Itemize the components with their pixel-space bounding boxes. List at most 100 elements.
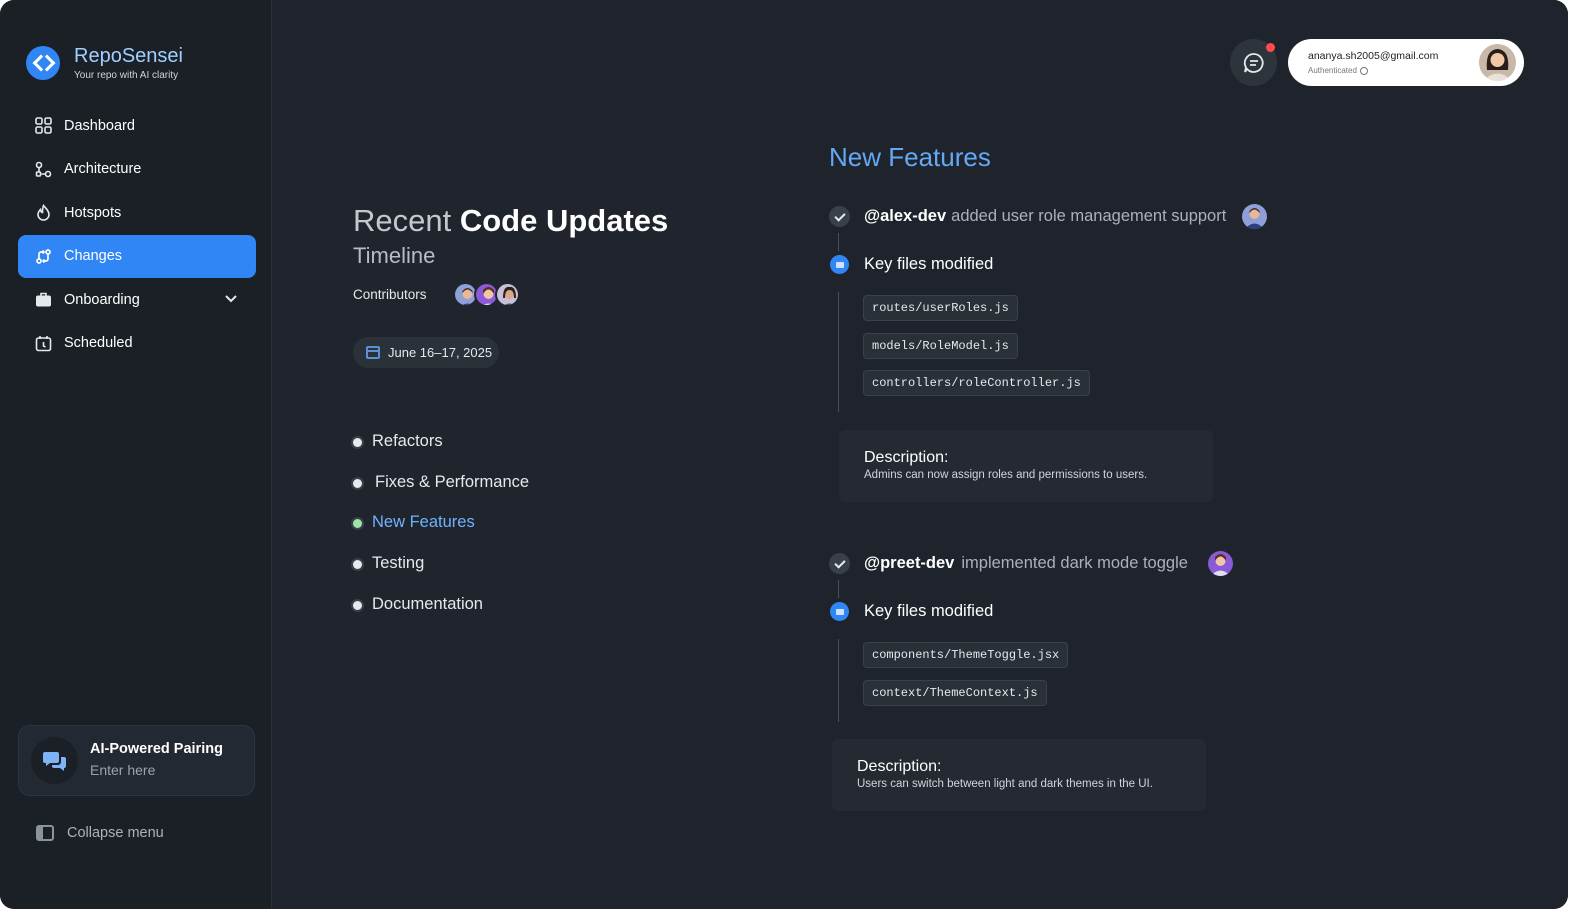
grid-icon xyxy=(34,117,52,135)
details-panel: ananya.sh2005@gmail.com Authenticated Ne… xyxy=(771,0,1568,909)
category-label: Fixes & Performance xyxy=(375,472,530,491)
sidebar-item-label: Changes xyxy=(64,248,123,265)
folder-icon xyxy=(830,602,849,621)
avatar[interactable] xyxy=(1207,551,1233,576)
check-icon xyxy=(829,206,850,227)
description-text: Admins can now assign roles and permissi… xyxy=(864,469,1148,481)
sidebar-item-hotspots[interactable]: Hotspots xyxy=(18,191,256,235)
category-label: New Features xyxy=(372,513,475,532)
file-chip[interactable]: models/RoleModel.js xyxy=(863,332,1018,359)
brand-tagline: Your repo with AI clarity xyxy=(74,70,179,81)
user-profile[interactable]: ananya.sh2005@gmail.com Authenticated xyxy=(1288,39,1524,86)
timeline-connector xyxy=(838,639,839,722)
avatar[interactable] xyxy=(1479,44,1516,81)
category-label: Testing xyxy=(372,554,425,573)
category-fixes-performance[interactable]: Fixes & Performance xyxy=(353,473,529,514)
category-new-features[interactable]: New Features xyxy=(353,513,529,554)
category-label: Refactors xyxy=(372,432,443,450)
file-chip[interactable]: context/ThemeContext.js xyxy=(863,679,1047,706)
github-icon xyxy=(1359,66,1368,75)
calendar-clock-icon xyxy=(34,334,52,352)
file-chip[interactable]: controllers/roleController.js xyxy=(863,370,1090,396)
sidebar-item-label: Onboarding xyxy=(64,291,140,308)
calendar-icon xyxy=(366,346,380,359)
chevron-down-icon[interactable] xyxy=(224,291,238,309)
category-testing[interactable]: Testing xyxy=(353,554,529,595)
ai-pairing-card[interactable]: AI-Powered Pairing xyxy=(18,725,255,796)
briefcase-icon xyxy=(34,291,52,309)
section-title: New Features xyxy=(829,142,991,172)
message-icon xyxy=(1243,52,1264,73)
file-list: routes/userRoles.js models/RoleModel.js … xyxy=(863,295,1090,408)
pairing-title: AI-Powered Pairing xyxy=(90,741,223,757)
avatar[interactable] xyxy=(1242,204,1268,229)
sidebar-item-label: Dashboard xyxy=(64,117,135,134)
description-text: Users can switch between light and dark … xyxy=(857,778,1153,790)
collapse-menu-button[interactable]: Collapse menu xyxy=(36,825,164,841)
title-bold: Code Updates xyxy=(459,203,669,238)
bullet-dot xyxy=(353,519,362,529)
avatar[interactable] xyxy=(495,282,520,307)
sidebar-item-onboarding[interactable]: Onboarding xyxy=(18,278,256,322)
files-label: Key files modified xyxy=(864,602,994,620)
bullet-dot xyxy=(353,600,362,610)
description-card: Description: Users can switch between li… xyxy=(832,739,1206,811)
description-card: Description: Admins can now assign roles… xyxy=(839,430,1213,502)
sidebar-toggle-icon xyxy=(36,825,54,841)
category-refactors[interactable]: Refactors xyxy=(353,432,529,473)
notification-dot xyxy=(1266,43,1275,52)
nodes-icon xyxy=(34,160,52,178)
author-handle[interactable]: @alex-dev xyxy=(864,207,946,226)
timeline-connector xyxy=(838,233,839,251)
commit-summary: added user role management support xyxy=(951,207,1227,225)
sidebar-item-changes[interactable]: Changes xyxy=(18,234,256,278)
page-title: Recent Code Updates xyxy=(353,203,668,239)
check-icon xyxy=(829,553,850,574)
sidebar-item-label: Hotspots xyxy=(64,204,122,221)
description-title: Description: xyxy=(864,449,949,466)
page-subtitle: Timeline xyxy=(353,243,436,268)
date-range-badge[interactable]: June 16–17, 2025 xyxy=(353,337,499,368)
chat-bubbles-icon xyxy=(31,737,78,784)
commit-entry-header: @alex-dev added user role management sup… xyxy=(829,204,1268,229)
timeline-connector xyxy=(838,580,839,598)
brand-name: RepoSensei xyxy=(74,45,183,67)
collapse-label: Collapse menu xyxy=(67,825,164,841)
bullet-dot xyxy=(353,438,362,447)
description-title: Description: xyxy=(857,758,942,775)
sidebar-item-architecture[interactable]: Architecture xyxy=(18,148,256,192)
sidebar-item-label: Architecture xyxy=(64,161,142,178)
author-handle[interactable]: @preet-dev xyxy=(864,554,954,573)
file-list: components/ThemeToggle.jsx context/Theme… xyxy=(863,642,1069,717)
git-compare-icon xyxy=(34,247,52,265)
flame-icon xyxy=(34,204,52,222)
title-light: Recent xyxy=(353,203,452,238)
file-chip[interactable]: components/ThemeToggle.jsx xyxy=(863,642,1069,668)
timeline-panel: Recent Code Updates Timeline Contributor… xyxy=(273,0,771,909)
commit-summary: implemented dark mode toggle xyxy=(961,554,1188,572)
timeline-connector xyxy=(838,292,839,412)
code-logo-icon xyxy=(26,46,60,80)
files-label: Key files modified xyxy=(864,255,994,273)
sidebar-item-dashboard[interactable]: Dashboard xyxy=(18,104,256,148)
commit-entry-header: @preet-dev implemented dark mode toggle xyxy=(829,551,1233,576)
app-window: RepoSensei Your repo with AI clarity Das… xyxy=(0,0,1568,909)
key-files-header: Key files modified xyxy=(830,255,993,274)
sidebar-item-scheduled[interactable]: Scheduled xyxy=(18,322,256,366)
brand[interactable]: RepoSensei Your repo with AI clarity xyxy=(26,45,183,81)
contributor-avatars xyxy=(453,282,520,307)
bullet-dot xyxy=(353,478,362,488)
date-range: June 16–17, 2025 xyxy=(388,345,493,360)
sidebar: RepoSensei Your repo with AI clarity Das… xyxy=(0,0,272,909)
folder-icon xyxy=(830,255,849,274)
contributors-label: Contributors xyxy=(353,287,427,302)
category-label: Documentation xyxy=(372,594,483,613)
sidebar-item-label: Scheduled xyxy=(64,335,133,352)
category-documentation[interactable]: Documentation xyxy=(353,595,529,636)
file-chip[interactable]: routes/userRoles.js xyxy=(863,295,1018,321)
pairing-input[interactable] xyxy=(90,762,220,778)
category-list: Refactors Fixes & Performance New Featur… xyxy=(353,432,529,635)
messages-button[interactable] xyxy=(1230,39,1277,86)
key-files-header: Key files modified xyxy=(830,602,993,621)
bullet-dot xyxy=(353,560,362,570)
